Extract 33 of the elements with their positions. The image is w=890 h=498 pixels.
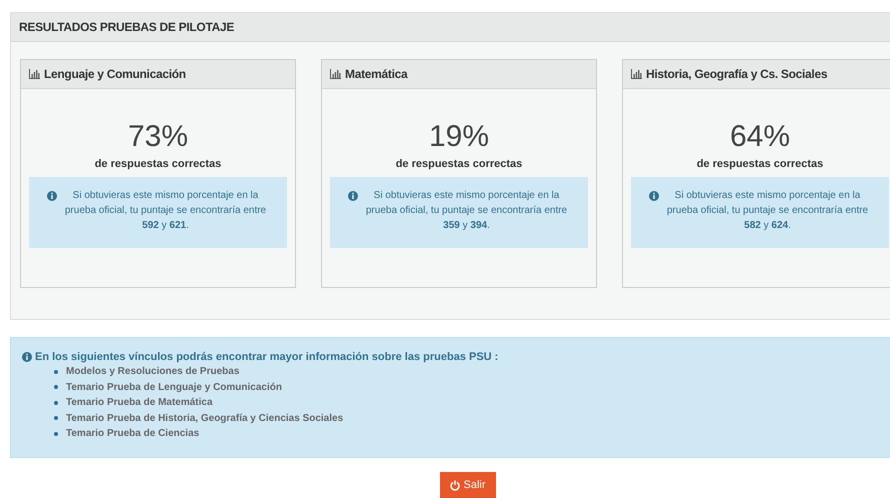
info-icon	[47, 191, 57, 201]
power-icon	[450, 480, 460, 490]
bullet-icon	[54, 385, 58, 390]
percentage-caption: de respuestas correctas	[394, 158, 524, 170]
percentage-caption: de respuestas correctas	[94, 158, 222, 170]
bullet-icon	[54, 416, 58, 420]
score-range-text: Si obtuvieras este mismo porcentaje en la prueba oficial, tu puntaje se encontraría entre 592 y 621.	[64, 189, 268, 233]
subject-title: Historia, Geografía y Cs. Sociales	[646, 67, 828, 81]
percentage-value: 64%	[728, 119, 792, 155]
percentage-value: 19%	[428, 119, 490, 155]
bar-chart-icon	[330, 69, 341, 79]
subject-title: Lenguaje y Comunicación	[44, 67, 186, 81]
score-range-text: Si obtuvieras este mismo porcentaje en la prueba oficial, tu puntaje se encontraría entre 359 y 394.	[364, 189, 568, 233]
bar-chart-icon	[29, 69, 40, 79]
percentage-caption: de respuestas correctas	[696, 158, 824, 170]
resource-link[interactable]: Temario Prueba de Matemática	[66, 395, 213, 410]
resource-link[interactable]: Temario Prueba de Lenguaje y Comunicación	[66, 380, 282, 395]
percentage-value: 73%	[126, 119, 190, 155]
info-icon	[22, 352, 32, 362]
resource-link[interactable]: Temario Prueba de Ciencias	[66, 426, 200, 442]
resource-link[interactable]: Modelos y Resoluciones de Pruebas	[66, 364, 240, 380]
info-icon	[348, 191, 358, 201]
bullet-icon	[54, 370, 58, 374]
resource-link[interactable]: Temario Prueba de Historia, Geografía y Ciencias Sociales	[66, 410, 344, 426]
score-range-text: Si obtuvieras este mismo porcentaje en la prueba oficial, tu puntaje se encontraría entre 582 y 624.	[666, 189, 870, 233]
bullet-icon	[54, 400, 58, 405]
bar-chart-icon	[631, 69, 642, 79]
exit-button[interactable]: Salir	[440, 472, 496, 498]
info-icon	[649, 191, 659, 201]
bullet-icon	[54, 432, 58, 436]
subject-title: Matemática	[345, 67, 408, 81]
panel-title: RESULTADOS PRUEBAS DE PILOTAJE	[19, 20, 234, 34]
links-heading: En los siguientes vínculos podrás encontrar mayor información sobre las pruebas PSU :	[35, 351, 498, 363]
